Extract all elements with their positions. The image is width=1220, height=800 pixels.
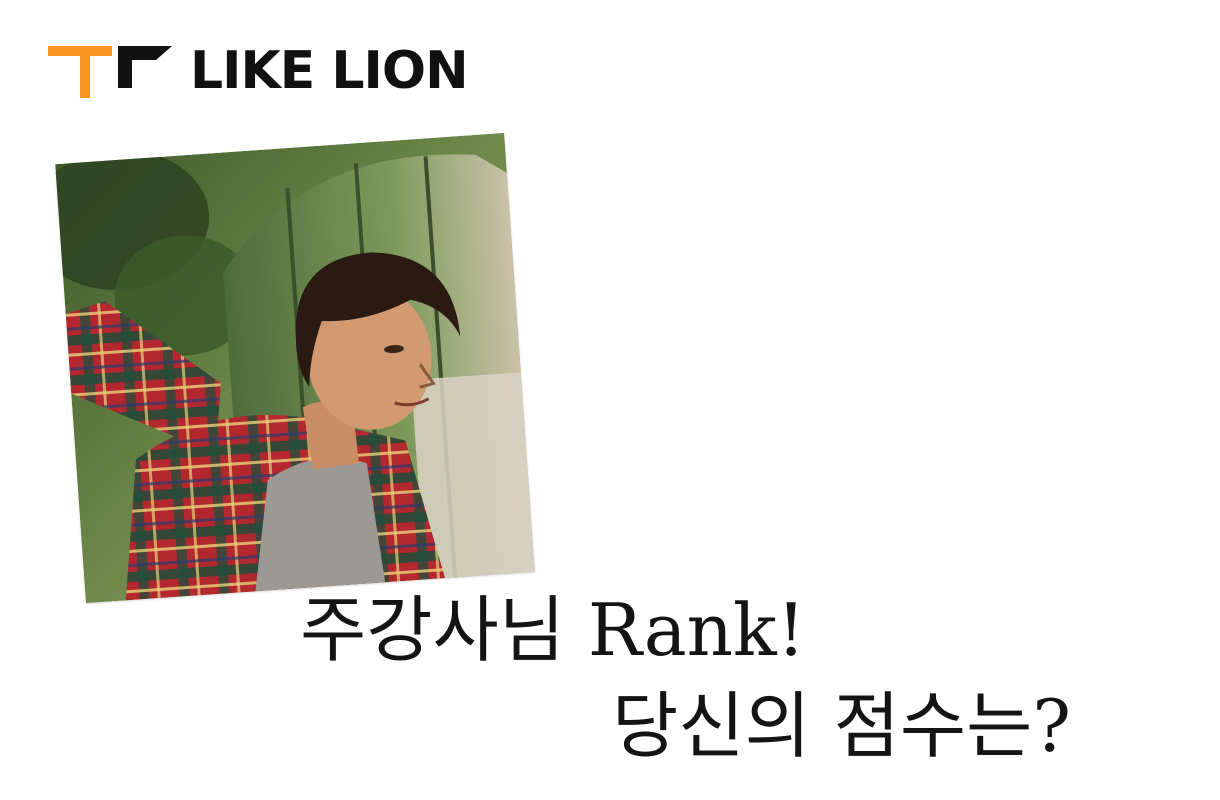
headline-title: 주강사님 Rank! xyxy=(300,588,806,672)
like-lion-logo-icon xyxy=(48,46,172,98)
headline: 주강사님 Rank! 당신의 점수는? xyxy=(300,594,1200,762)
headline-question: 당신의 점수는? xyxy=(612,684,1071,768)
brand-name: LIKE LION xyxy=(190,41,469,101)
brand-logo: LIKE LION xyxy=(48,40,469,102)
instructor-photo xyxy=(55,132,535,604)
page: LIKE LION 주강사님 Rank! 당신의 점수는? xyxy=(0,0,1220,800)
